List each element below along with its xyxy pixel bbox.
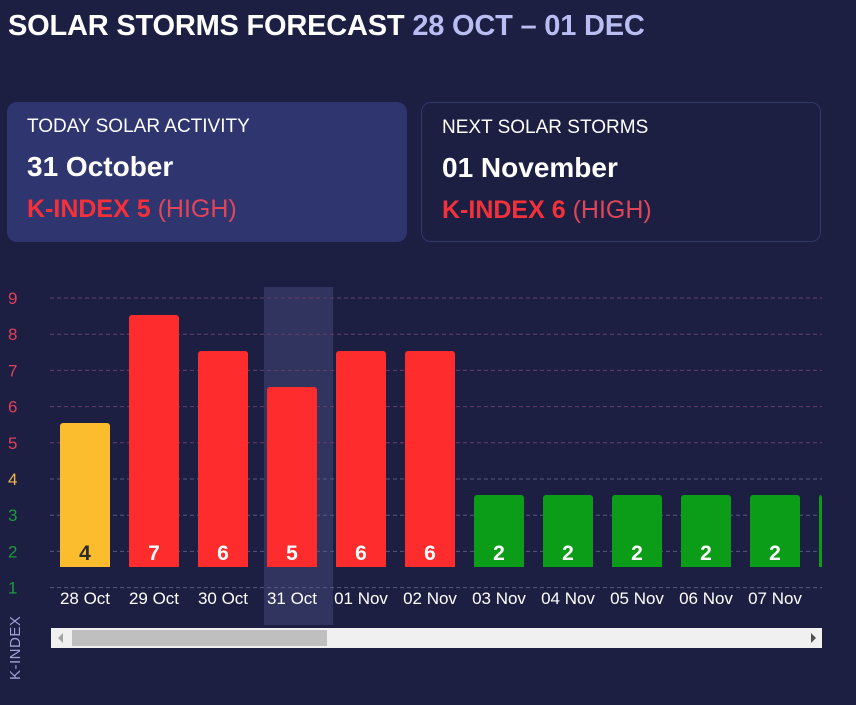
- x-tick-label: 30 Oct: [198, 589, 248, 608]
- y-tick-label: 6: [8, 398, 17, 417]
- today-card-label: TODAY SOLAR ACTIVITY: [27, 116, 250, 137]
- x-tick-label: 02 Nov: [403, 589, 457, 608]
- x-tick-label: 29 Oct: [129, 589, 179, 608]
- next-card-date: 01 November: [442, 152, 618, 183]
- next-card-label: NEXT SOLAR STORMS: [442, 117, 649, 138]
- y-axis-label: K-INDEX: [7, 615, 24, 680]
- scroll-right-arrow-icon[interactable]: [811, 633, 816, 643]
- scroll-left-arrow-icon[interactable]: [58, 633, 63, 643]
- page-title: SOLAR STORMS FORECAST 28 OCT – 01 DEC: [8, 10, 645, 43]
- bar-value-label: 6: [355, 542, 367, 565]
- bar: [129, 315, 179, 567]
- x-tick-label: 06 Nov: [679, 589, 733, 608]
- bar-value-label: 2: [769, 542, 781, 565]
- x-tick-label: 31 Oct: [267, 589, 317, 608]
- bar-value-label: 6: [424, 542, 436, 565]
- x-tick-label: 04 Nov: [541, 589, 595, 608]
- bar: [819, 495, 822, 567]
- bar: [267, 387, 317, 567]
- x-tick-label: 05 Nov: [610, 589, 664, 608]
- chart-horizontal-scrollbar[interactable]: [51, 628, 822, 648]
- y-tick-label: 9: [8, 289, 17, 308]
- x-tick-label: 07 Nov: [748, 589, 802, 608]
- bar-value-label: 2: [493, 542, 505, 565]
- kindex-bar-chart: 9 8 7 6 5 4 3 2 1 4 7 6 5 6 6 2 2 2 2 2 28 Oct 29 Oct 30 Oct 31…: [8, 280, 856, 625]
- y-tick-label: 8: [8, 325, 17, 344]
- bar-value-label: 4: [79, 542, 91, 565]
- bar: [198, 351, 248, 567]
- next-kindex-level: (HIGH): [572, 196, 652, 224]
- today-kindex-level: (HIGH): [157, 195, 237, 223]
- x-tick-label: 01 Nov: [334, 589, 388, 608]
- bar-value-label: 7: [148, 542, 160, 565]
- bar-base: [819, 563, 822, 567]
- bar: [405, 351, 455, 567]
- scrollbar-thumb[interactable]: [72, 630, 327, 646]
- y-tick-label: 4: [8, 470, 17, 489]
- y-tick-label: 7: [8, 361, 17, 380]
- title-date-range: 28 OCT – 01 DEC: [412, 10, 645, 42]
- bar-value-label: 5: [286, 542, 298, 565]
- next-card-kindex: K-INDEX 6 (HIGH): [442, 196, 800, 225]
- y-tick-label: 1: [8, 579, 17, 598]
- next-kindex-value: K-INDEX 6: [442, 196, 566, 224]
- y-tick-label: 3: [8, 506, 17, 525]
- bar-value-label: 2: [631, 542, 643, 565]
- today-card-kindex: K-INDEX 5 (HIGH): [27, 195, 387, 224]
- today-kindex-value: K-INDEX 5: [27, 195, 151, 223]
- bar-value-label: 6: [217, 542, 229, 565]
- title-text: SOLAR STORMS FORECAST: [8, 10, 405, 42]
- bar: [336, 351, 386, 567]
- today-activity-card: TODAY SOLAR ACTIVITY 31 October K-INDEX …: [7, 102, 407, 242]
- y-tick-label: 5: [8, 434, 17, 453]
- today-card-date: 31 October: [27, 151, 174, 182]
- x-tick-label: 28 Oct: [60, 589, 110, 608]
- bar-value-label: 2: [700, 542, 712, 565]
- bar-value-label: 2: [562, 542, 574, 565]
- y-tick-label: 2: [8, 542, 17, 561]
- x-tick-label: 03 Nov: [472, 589, 526, 608]
- plot-right-mask: [822, 280, 856, 625]
- next-storms-card: NEXT SOLAR STORMS 01 November K-INDEX 6 …: [421, 102, 821, 242]
